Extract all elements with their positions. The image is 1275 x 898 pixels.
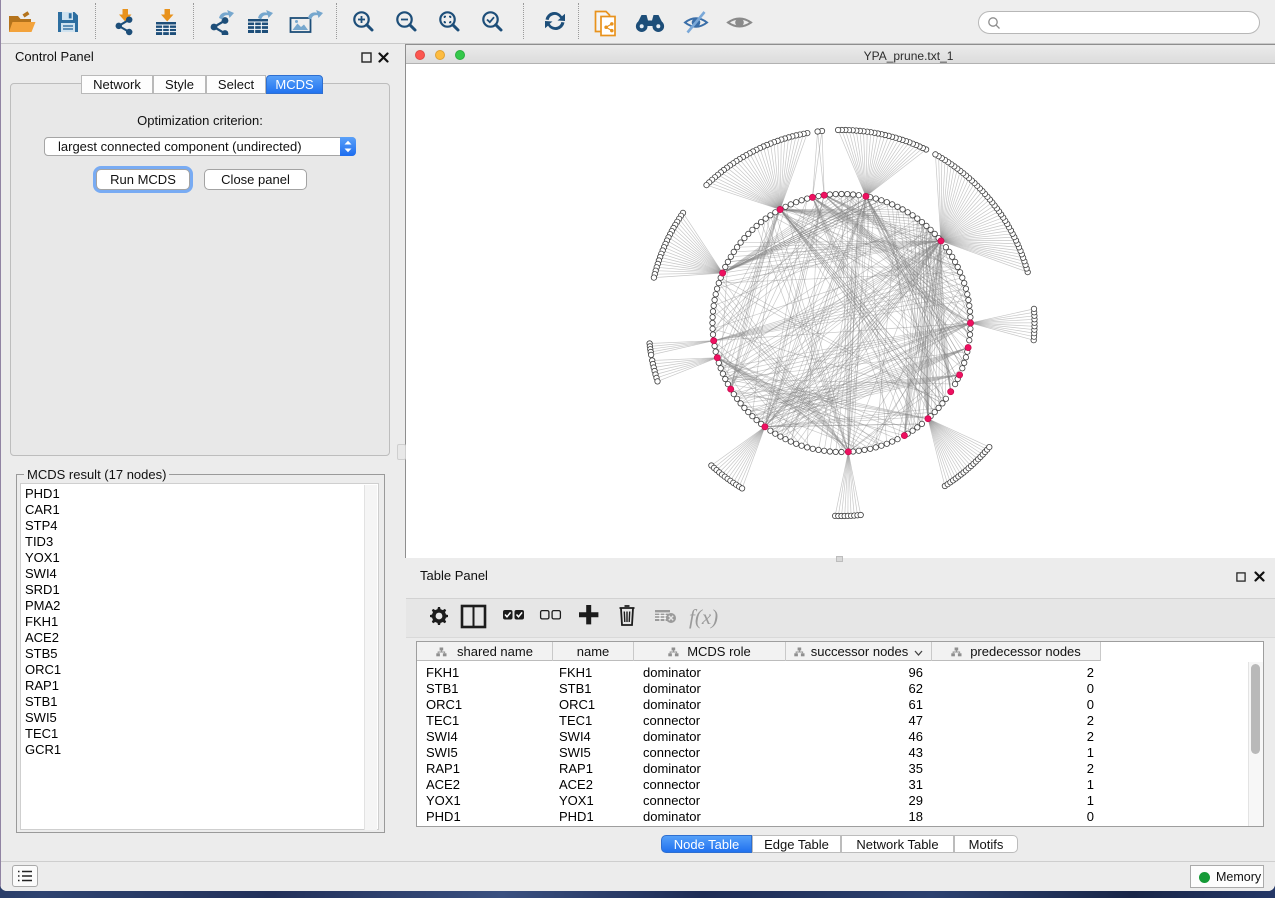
svg-text:f(x): f(x) bbox=[689, 605, 718, 629]
